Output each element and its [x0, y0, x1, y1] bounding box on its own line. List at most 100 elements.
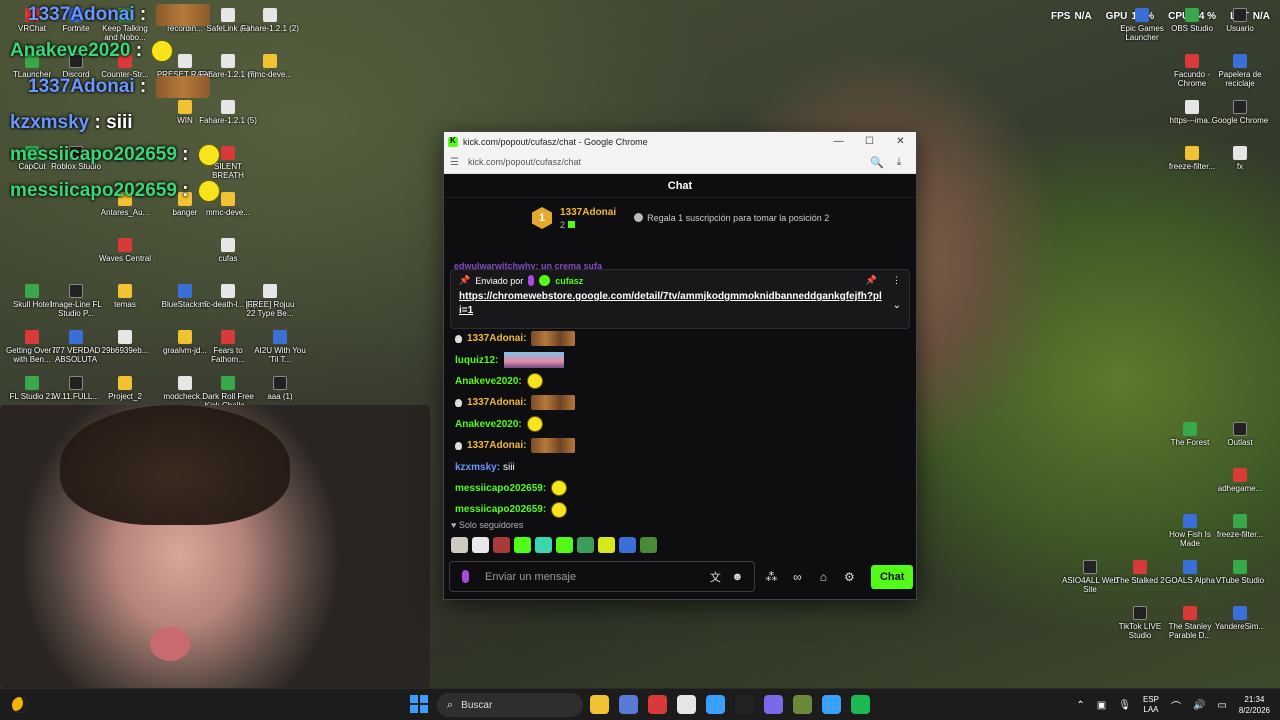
- chat-message[interactable]: 1337Adonai:: [455, 392, 905, 413]
- app-icon: [69, 330, 83, 344]
- taskbar-search[interactable]: ⌕ Buscar: [437, 693, 583, 717]
- chat-message[interactable]: kzxmsky: siii: [455, 456, 905, 477]
- desktop-icon[interactable]: 29b6939eb...: [95, 330, 155, 355]
- gift-prompt[interactable]: Regala 1 suscripción para tomar la posic…: [634, 213, 829, 223]
- taskbar-app-icon[interactable]: [735, 695, 754, 714]
- desktop-icon[interactable]: Papelera de reciclaje: [1210, 54, 1270, 88]
- settings-gear-icon[interactable]: ⚙: [839, 570, 859, 584]
- quick-emote-icon[interactable]: [514, 537, 531, 553]
- chat-message[interactable]: Anakeve2020:: [455, 371, 905, 392]
- emoji-icon[interactable]: ☻: [726, 571, 748, 583]
- taskbar-app-icon[interactable]: [793, 695, 812, 714]
- stat-fps: FPS N/A: [1050, 11, 1092, 22]
- desktop-icon[interactable]: Fahare-1.2.1 (2): [240, 8, 300, 33]
- url-text[interactable]: kick.com/popout/cufasz/chat: [468, 157, 866, 167]
- more-options-icon[interactable]: ⋮: [892, 275, 901, 286]
- address-bar[interactable]: ☰ kick.com/popout/cufasz/chat 🔍 ⤓: [444, 151, 916, 174]
- chat-username[interactable]: 1337Adonai:: [467, 397, 526, 408]
- desktop-icon[interactable]: Outlast: [1210, 422, 1270, 447]
- chat-message[interactable]: Anakeve2020:: [455, 414, 905, 435]
- desktop-icon[interactable]: VTube Studio: [1210, 560, 1270, 585]
- overlay-username: kzxmsky: [10, 112, 90, 133]
- chat-username[interactable]: messiicapo202659:: [455, 504, 546, 515]
- taskbar-app-icon[interactable]: [822, 695, 841, 714]
- desktop-icon[interactable]: [FREE] Rojuu 22 Type Be...: [240, 284, 300, 318]
- chat-username[interactable]: Anakeve2020:: [455, 419, 522, 430]
- taskbar-app-icon[interactable]: [677, 695, 696, 714]
- taskbar-app-icon[interactable]: [706, 695, 725, 714]
- chevron-down-icon[interactable]: ⌄: [893, 300, 901, 311]
- desktop-icon[interactable]: Fears to Fathom...: [198, 330, 258, 364]
- taskbar-app-icon[interactable]: [619, 695, 638, 714]
- tray-overflow-icon[interactable]: ⌃: [1076, 700, 1084, 711]
- chat-message[interactable]: 1337Adonai:: [455, 435, 905, 456]
- quick-emote-icon[interactable]: [598, 537, 615, 553]
- send-chat-button[interactable]: Chat: [871, 564, 913, 589]
- maximize-button[interactable]: ☐: [854, 136, 885, 147]
- tray-app-icon[interactable]: ▣: [1097, 700, 1106, 711]
- desktop-icon[interactable]: temas: [95, 284, 155, 309]
- desktop-icon[interactable]: Google Chrome: [1210, 100, 1270, 125]
- store-icon[interactable]: ⌂: [813, 570, 833, 584]
- desktop-icon[interactable]: cufas: [198, 238, 258, 263]
- language-indicator[interactable]: ESP LAA: [1143, 695, 1159, 715]
- quick-emote-icon[interactable]: [493, 537, 510, 553]
- weather-moon-icon[interactable]: [12, 697, 28, 713]
- close-button[interactable]: ✕: [885, 136, 916, 147]
- zoom-icon[interactable]: 🔍: [866, 156, 888, 169]
- unpin-icon[interactable]: 📌: [866, 275, 877, 286]
- quick-emote-icon[interactable]: [640, 537, 657, 553]
- chat-username[interactable]: Anakeve2020:: [455, 376, 522, 387]
- desktop-icon[interactable]: Project_2: [95, 376, 155, 401]
- volume-icon[interactable]: 🔊: [1193, 700, 1205, 711]
- taskbar-app-icon[interactable]: [648, 695, 667, 714]
- taskbar-app-icon[interactable]: [764, 695, 783, 714]
- chat-message[interactable]: messiicapo202659:: [455, 499, 905, 520]
- translate-icon[interactable]: 文: [704, 569, 726, 585]
- quick-emote-icon[interactable]: [619, 537, 636, 553]
- desktop-icon[interactable]: mmc-deve...: [240, 54, 300, 79]
- chat-username[interactable]: luquiz12:: [455, 355, 498, 366]
- start-button[interactable]: [410, 695, 428, 713]
- desktop-icon[interactable]: fx: [1210, 146, 1270, 171]
- site-settings-icon[interactable]: ☰: [450, 157, 464, 168]
- quick-emote-icon[interactable]: [472, 537, 489, 553]
- clock[interactable]: 21:34 8/2/2026: [1239, 694, 1270, 716]
- desktop-icon[interactable]: YandereSim...: [1210, 606, 1270, 631]
- chat-username[interactable]: messiicapo202659:: [455, 483, 546, 494]
- top-gifter-name[interactable]: 1337Adonai: [560, 207, 616, 218]
- chat-input-placeholder[interactable]: Enviar un mensaje: [485, 571, 704, 583]
- desktop-icon[interactable]: Waves Central: [95, 238, 155, 263]
- taskbar-app-icon[interactable]: [590, 695, 609, 714]
- quick-emote-icon[interactable]: [577, 537, 594, 553]
- network-icon[interactable]: ⌒: [1171, 698, 1181, 713]
- chat-username[interactable]: kzxmsky:: [455, 462, 500, 473]
- desktop-icon[interactable]: aaa (1): [250, 376, 310, 401]
- chat-message[interactable]: 1337Adonai:: [455, 328, 905, 349]
- file-icon: [221, 100, 235, 114]
- microphone-icon[interactable]: 🎙: [1118, 700, 1131, 711]
- chat-input[interactable]: Enviar un mensaje 文 ☻: [449, 561, 756, 592]
- desktop-icon[interactable]: Usuario: [1210, 8, 1270, 33]
- desktop-icon[interactable]: freeze-filter...: [1210, 514, 1270, 539]
- kicks-icon[interactable]: ⁂: [761, 570, 781, 584]
- pinned-link[interactable]: https://chromewebstore.google.com/detail…: [459, 290, 884, 318]
- pinned-sender[interactable]: cufasz: [555, 276, 583, 286]
- quick-emote-icon[interactable]: [535, 537, 552, 553]
- quick-emote-icon[interactable]: [451, 537, 468, 553]
- desktop-icon[interactable]: Fahare-1.2.1 (5): [198, 100, 258, 125]
- quick-emote-icon[interactable]: [556, 537, 573, 553]
- chat-username[interactable]: 1337Adonai:: [467, 440, 526, 451]
- infinity-icon[interactable]: ∞: [787, 570, 807, 584]
- chat-message[interactable]: messiicapo202659:: [455, 478, 905, 499]
- minimize-button[interactable]: —: [823, 136, 854, 147]
- window-titlebar[interactable]: kick.com/popout/cufasz/chat - Google Chr…: [444, 132, 916, 151]
- chat-message[interactable]: luquiz12:: [455, 349, 905, 370]
- chat-username[interactable]: 1337Adonai:: [467, 333, 526, 344]
- desktop-icon[interactable]: adhegame...: [1210, 468, 1270, 493]
- taskbar-app-icon[interactable]: [851, 695, 870, 714]
- download-icon[interactable]: ⤓: [888, 156, 910, 169]
- app-icon: [178, 284, 192, 298]
- battery-icon[interactable]: ▭: [1217, 700, 1226, 711]
- desktop-icon[interactable]: AI2U With You 'Til T...: [250, 330, 310, 364]
